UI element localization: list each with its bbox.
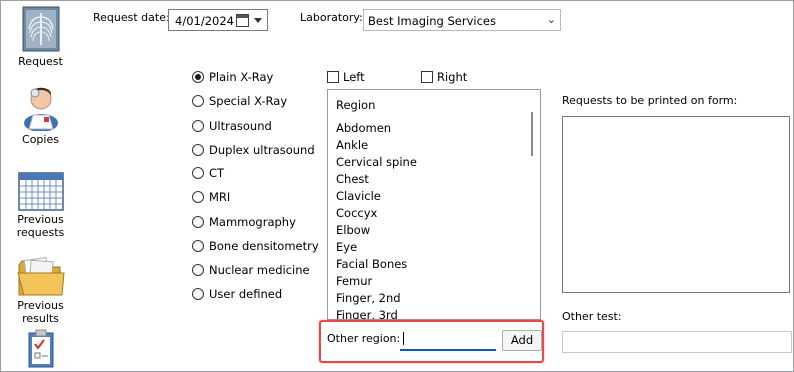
checkbox[interactable] — [421, 71, 433, 83]
checkbox-label: Left — [343, 70, 365, 84]
region-list[interactable]: Region Abdomen Ankle Cervical spine Ches… — [327, 89, 541, 320]
list-item[interactable]: Femur — [336, 274, 372, 288]
sidebar-item-request[interactable]: Request — [1, 5, 80, 68]
list-item[interactable]: Abdomen — [336, 121, 391, 135]
list-item[interactable]: Facial Bones — [336, 257, 407, 271]
list-item[interactable]: Finger, 3rd — [336, 308, 398, 319]
list-item[interactable]: Cervical spine — [336, 155, 417, 169]
radio-button[interactable] — [192, 240, 204, 252]
radio-button[interactable] — [192, 95, 204, 107]
radio-button[interactable] — [192, 288, 204, 300]
request-date-picker[interactable]: 4/01/2024 — [168, 9, 268, 31]
region-list-scrollbar[interactable] — [524, 90, 540, 319]
chevron-down-icon[interactable] — [254, 18, 262, 23]
radio-label: Ultrasound — [209, 119, 272, 133]
request-date-value: 4/01/2024 — [175, 14, 234, 28]
other-region-label: Other region: — [327, 332, 401, 345]
list-item[interactable]: Coccyx — [336, 206, 377, 220]
radio-button[interactable] — [192, 264, 204, 276]
chevron-down-icon[interactable]: ⌄ — [547, 13, 556, 26]
sidebar-item-label: results — [22, 312, 59, 325]
sidebar: Request Copies Previous requests Previou… — [1, 1, 80, 371]
request-form: Request date: 4/01/2024 Laboratory: Best… — [80, 1, 792, 371]
sidebar-item-label: requests — [16, 226, 65, 239]
checkbox[interactable] — [327, 71, 339, 83]
list-item[interactable]: Chest — [336, 172, 369, 186]
text-cursor — [403, 332, 404, 345]
radio-button[interactable] — [192, 120, 204, 132]
radio-label: User defined — [209, 287, 283, 301]
radio-button[interactable] — [192, 191, 204, 203]
sidebar-item-label: Request — [18, 55, 63, 68]
radio-label: CT — [209, 166, 225, 180]
radio-label: MRI — [209, 190, 231, 204]
print-requests-label: Requests to be printed on form: — [562, 94, 738, 107]
radio-button[interactable] — [192, 144, 204, 156]
radio-button[interactable] — [192, 167, 204, 179]
other-region-input[interactable] — [400, 329, 496, 351]
laboratory-value: Best Imaging Services — [368, 14, 496, 28]
laboratory-label: Laboratory: — [300, 11, 363, 24]
radio-button[interactable] — [192, 71, 204, 83]
radio-label: Mammography — [209, 215, 296, 229]
calendar-icon[interactable] — [236, 14, 249, 27]
sidebar-item-previous-requests[interactable]: Previous requests — [1, 171, 80, 239]
radio-button[interactable] — [192, 216, 204, 228]
list-item[interactable]: Clavicle — [336, 189, 381, 203]
xray-chest-icon — [22, 6, 59, 52]
list-item[interactable]: Elbow — [336, 223, 370, 237]
list-item[interactable]: Eye — [336, 240, 357, 254]
add-button[interactable]: Add — [502, 330, 542, 351]
doctor-icon — [23, 87, 58, 131]
checkbox-label: Right — [437, 70, 468, 84]
list-item[interactable]: Ankle — [336, 138, 368, 152]
folder-icon — [16, 257, 65, 296]
list-item[interactable]: Finger, 2nd — [336, 291, 401, 305]
calendar-icon — [17, 172, 64, 211]
laboratory-select[interactable]: Best Imaging Services ⌄ — [363, 9, 561, 31]
region-list-header: Region — [336, 98, 376, 112]
request-date-label: Request date: — [93, 11, 170, 24]
sidebar-item-label: Copies — [22, 133, 59, 146]
print-requests-list[interactable] — [562, 116, 790, 293]
clipboard-checklist-icon — [28, 329, 53, 368]
sidebar-item-label: Previous — [17, 213, 64, 226]
sidebar-item-label: Previous — [17, 299, 64, 312]
sidebar-item-previous-results[interactable]: Previous results — [1, 255, 80, 325]
radio-label: Duplex ultrasound — [209, 143, 315, 157]
radio-label: Special X-Ray — [209, 94, 288, 108]
radio-label: Bone densitometry — [209, 239, 319, 253]
radio-label: Nuclear medicine — [209, 263, 310, 277]
sidebar-item-copies[interactable]: Copies — [1, 83, 80, 146]
scrollbar-thumb[interactable] — [531, 112, 533, 156]
sidebar-item-checklist[interactable] — [1, 329, 80, 369]
radio-label: Plain X-Ray — [209, 70, 274, 84]
other-test-input[interactable] — [562, 331, 792, 353]
other-test-label: Other test: — [562, 310, 622, 323]
